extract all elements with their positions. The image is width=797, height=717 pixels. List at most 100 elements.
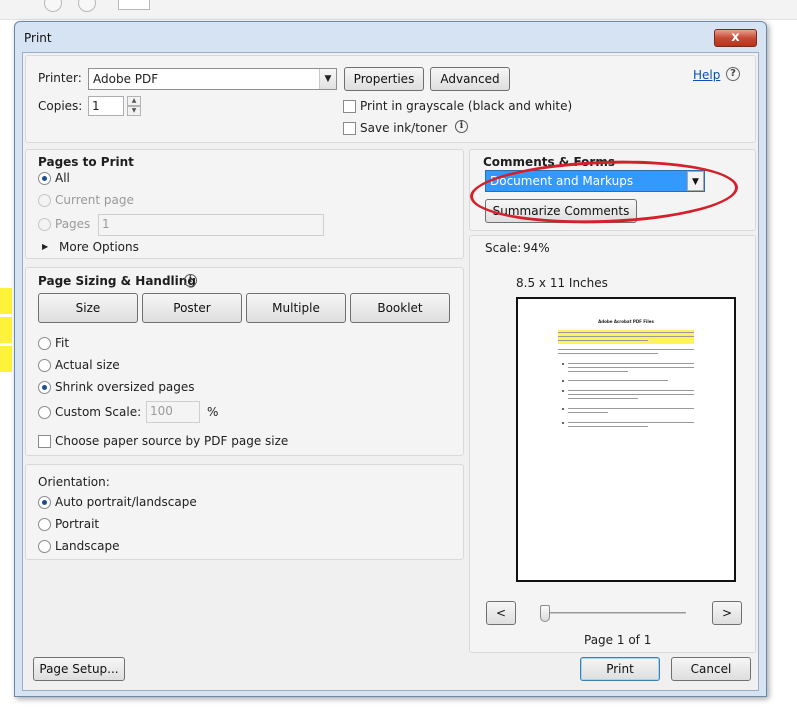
radio-portrait-label: Portrait bbox=[55, 517, 100, 531]
radio-actual-size-label: Actual size bbox=[55, 358, 120, 372]
chevron-down-icon[interactable]: ▼ bbox=[127, 106, 141, 116]
help-link[interactable]: Help bbox=[693, 68, 720, 82]
radio-custom-scale[interactable] bbox=[38, 406, 51, 419]
preview-next-button[interactable]: > bbox=[712, 601, 742, 625]
orientation-section: Orientation: Auto portrait/landscape Por… bbox=[25, 464, 464, 560]
radio-pages[interactable] bbox=[38, 218, 51, 231]
info-icon[interactable]: i bbox=[455, 120, 468, 133]
radio-shrink-oversized[interactable] bbox=[38, 381, 51, 394]
copies-input[interactable]: 1 bbox=[88, 96, 124, 116]
radio-all[interactable] bbox=[38, 172, 51, 185]
grayscale-checkbox[interactable] bbox=[343, 100, 356, 113]
preview-text-line bbox=[568, 380, 668, 381]
radio-current-page-label: Current page bbox=[55, 193, 134, 207]
print-dialog: Print x Printer: Adobe PDF ▼ Properties … bbox=[14, 21, 767, 697]
printer-section: Printer: Adobe PDF ▼ Properties Advanced… bbox=[25, 55, 756, 143]
preview-text-line bbox=[568, 371, 628, 372]
paper-source-checkbox[interactable] bbox=[38, 435, 51, 448]
expand-triangle-icon[interactable]: ▶ bbox=[42, 242, 48, 251]
scale-value: 94% bbox=[523, 241, 550, 255]
chevron-down-icon: ▼ bbox=[319, 69, 336, 89]
booklet-button[interactable]: Booklet bbox=[350, 293, 450, 323]
preview-bullet bbox=[562, 408, 564, 410]
info-icon[interactable]: i bbox=[184, 274, 197, 287]
dialog-title: Print bbox=[24, 31, 52, 45]
prev-page-icon[interactable] bbox=[44, 0, 62, 12]
copies-label: Copies: bbox=[38, 99, 83, 113]
pages-to-print-section: Pages to Print All Current page Pages 1 … bbox=[25, 149, 464, 259]
radio-auto-orientation[interactable] bbox=[38, 496, 51, 509]
preview-slider-thumb[interactable] bbox=[540, 605, 550, 622]
dialog-client-area: Printer: Adobe PDF ▼ Properties Advanced… bbox=[22, 52, 759, 691]
radio-fit-label: Fit bbox=[55, 336, 70, 350]
close-button[interactable]: x bbox=[714, 29, 757, 47]
paper-size-label: 8.5 x 11 Inches bbox=[516, 276, 608, 290]
preview-text-line bbox=[568, 398, 638, 399]
app-toolbar bbox=[0, 0, 797, 20]
page-setup-button[interactable]: Page Setup... bbox=[33, 657, 125, 681]
page-sizing-heading: Page Sizing & Handling bbox=[38, 274, 196, 288]
advanced-button[interactable]: Advanced bbox=[430, 67, 510, 91]
help-icon[interactable]: ? bbox=[726, 67, 740, 81]
document-background bbox=[0, 20, 14, 717]
poster-button[interactable]: Poster bbox=[142, 293, 242, 323]
preview-text-line bbox=[558, 340, 648, 341]
chevron-up-icon[interactable]: ▲ bbox=[127, 96, 141, 106]
document-text-strip bbox=[0, 697, 797, 717]
radio-portrait[interactable] bbox=[38, 518, 51, 531]
preview-text-line bbox=[568, 390, 694, 391]
preview-text-line bbox=[558, 336, 694, 337]
preview-text-line bbox=[558, 349, 694, 350]
scale-label: Scale: bbox=[485, 241, 522, 255]
preview-bullet bbox=[562, 380, 564, 382]
preview-doc-title: Adobe Acrobat PDF Files bbox=[598, 319, 654, 324]
radio-actual-size[interactable] bbox=[38, 359, 51, 372]
document-highlight bbox=[0, 317, 12, 343]
page-indicator: Page 1 of 1 bbox=[584, 633, 652, 647]
preview-text-line bbox=[568, 363, 694, 364]
chevron-left-icon: < bbox=[495, 606, 507, 620]
printer-select[interactable]: Adobe PDF ▼ bbox=[88, 68, 337, 90]
radio-custom-scale-label: Custom Scale: bbox=[55, 405, 142, 419]
paper-source-label: Choose paper source by PDF page size bbox=[55, 434, 289, 448]
preview-text-line bbox=[558, 353, 658, 354]
preview-text-line bbox=[568, 422, 694, 423]
preview-text-line bbox=[568, 367, 694, 368]
close-icon: x bbox=[731, 30, 740, 45]
radio-fit[interactable] bbox=[38, 337, 51, 350]
more-options-toggle[interactable]: More Options bbox=[59, 240, 139, 254]
document-highlight bbox=[0, 346, 12, 372]
pages-range-input[interactable]: 1 bbox=[98, 214, 324, 236]
chevron-right-icon: > bbox=[721, 606, 733, 620]
custom-scale-input[interactable]: 100 bbox=[146, 401, 200, 423]
radio-landscape[interactable] bbox=[38, 540, 51, 553]
page-number-field[interactable] bbox=[118, 0, 150, 10]
dialog-titlebar: Print x bbox=[15, 22, 766, 52]
save-ink-checkbox[interactable] bbox=[343, 122, 356, 135]
preview-bullet bbox=[562, 390, 564, 392]
print-preview-page: Adobe Acrobat PDF Files bbox=[516, 297, 736, 582]
printer-label: Printer: bbox=[38, 71, 82, 85]
copies-stepper[interactable]: ▲ ▼ bbox=[127, 96, 141, 116]
radio-shrink-oversized-label: Shrink oversized pages bbox=[55, 380, 195, 394]
next-page-icon[interactable] bbox=[78, 0, 96, 12]
preview-section: Scale: 94% 8.5 x 11 Inches Adobe Acrobat… bbox=[469, 235, 756, 653]
orientation-heading: Orientation: bbox=[38, 475, 110, 489]
preview-page-slider[interactable] bbox=[540, 612, 686, 614]
properties-button[interactable]: Properties bbox=[344, 67, 424, 91]
radio-auto-orientation-label: Auto portrait/landscape bbox=[55, 495, 197, 509]
preview-bullet bbox=[562, 422, 564, 424]
print-button[interactable]: Print bbox=[580, 657, 660, 681]
preview-bullet bbox=[562, 363, 564, 365]
cancel-button[interactable]: Cancel bbox=[671, 657, 751, 681]
size-button[interactable]: Size bbox=[38, 293, 138, 323]
radio-landscape-label: Landscape bbox=[55, 539, 120, 553]
multiple-button[interactable]: Multiple bbox=[246, 293, 346, 323]
preview-text-line bbox=[568, 394, 694, 395]
preview-text-line bbox=[568, 426, 648, 427]
document-highlight bbox=[0, 288, 12, 314]
preview-prev-button[interactable]: < bbox=[486, 601, 516, 625]
radio-current-page[interactable] bbox=[38, 194, 51, 207]
preview-text-line bbox=[558, 332, 694, 333]
radio-all-label: All bbox=[55, 171, 70, 185]
